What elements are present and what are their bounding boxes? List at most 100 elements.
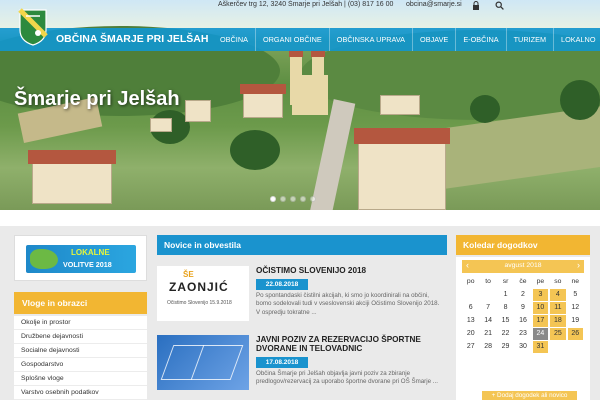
calendar-day[interactable]: 10 — [532, 302, 549, 314]
calendar-day[interactable]: 1 — [498, 289, 513, 301]
news-title-line: JAVNI POZIV ZA REZERVACIJO ŠPORTNE — [256, 335, 421, 344]
calendar-day[interactable]: 21 — [480, 328, 495, 340]
news-title-line: DVORANE IN TELOVADNIC — [256, 344, 363, 353]
news-title[interactable]: JAVNI POZIV ZA REZERVACIJO ŠPORTNE DVORA… — [256, 335, 421, 353]
calendar-day[interactable]: 20 — [463, 328, 478, 340]
calendar-dow: to — [485, 278, 491, 285]
calendar-day — [568, 341, 583, 353]
calendar-day[interactable]: 26 — [567, 328, 583, 340]
calendar-day — [463, 289, 478, 301]
slider-dot[interactable] — [290, 196, 296, 202]
calendar-widget: ‹ avgust 2018 › po to sr če pe so ne 1 2 3 4 5 6 7 8 9 1… — [456, 257, 590, 400]
calendar-dow: po — [466, 278, 475, 285]
calendar-day[interactable]: 4 — [550, 289, 566, 301]
calendar-day[interactable]: 11 — [550, 302, 566, 314]
email-link[interactable]: obcina@smarje.si — [406, 1, 462, 8]
nav-item-turizem[interactable]: TURIZEM — [507, 28, 555, 51]
vloge-item-druzbene[interactable]: Družbene dejavnosti — [14, 330, 147, 344]
calendar-dow: sr — [502, 278, 509, 285]
add-event-button[interactable]: + Dodaj dogodek ali novico — [482, 391, 577, 400]
elections-banner[interactable]: LOKALNE VOLITVE 2018 — [14, 235, 147, 281]
calendar-day[interactable]: 9 — [515, 302, 530, 314]
calendar-day[interactable]: 22 — [498, 328, 513, 340]
elections-banner-graphic: LOKALNE VOLITVE 2018 — [26, 245, 136, 273]
calendar-month-bar: ‹ avgust 2018 › — [462, 260, 584, 273]
vloge-header: Vloge in obrazci — [14, 292, 147, 314]
calendar-day[interactable]: 12 — [568, 302, 583, 314]
calendar-day[interactable]: 27 — [463, 341, 478, 353]
banner-line2: VOLITVE 2018 — [63, 260, 112, 269]
calendar-day[interactable]: 8 — [498, 302, 513, 314]
news-header: Novice in obvestila — [157, 235, 447, 255]
news-item: ŠE ZAONJIĆ Očistimo Slovenijo 15.9.2018 … — [157, 266, 447, 326]
thumb-text-mid: ZAONJIĆ — [169, 280, 229, 294]
slovenia-map-icon — [30, 249, 58, 269]
calendar-next-icon[interactable]: › — [577, 260, 580, 270]
calendar-day[interactable]: 16 — [515, 315, 530, 327]
calendar-day[interactable]: 19 — [568, 315, 583, 327]
vloge-item-okolje[interactable]: Okolje in prostor — [14, 316, 147, 330]
news-thumbnail[interactable]: ŠE ZAONJIĆ Očistimo Slovenijo 15.9.2018 — [157, 266, 249, 321]
calendar-day[interactable]: 13 — [463, 315, 478, 327]
calendar-dow: če — [519, 278, 527, 285]
calendar-day — [550, 341, 565, 353]
topbar: Aškerčev trg 12, 3240 Šmarje pri Jelšah … — [0, 0, 600, 12]
slider-dots — [270, 196, 316, 202]
site-title[interactable]: OBČINA ŠMARJE PRI JELŠAH — [56, 33, 208, 45]
vloge-item-socialne[interactable]: Socialne dejavnosti — [14, 344, 147, 358]
calendar-day[interactable]: 30 — [515, 341, 530, 353]
calendar-day[interactable]: 18 — [550, 315, 566, 327]
calendar-day[interactable]: 17 — [532, 315, 549, 327]
calendar-month: avgust 2018 — [504, 262, 542, 269]
news-title[interactable]: OČISTIMO SLOVENIJO 2018 — [256, 266, 366, 275]
calendar-grid: po to sr če pe so ne 1 2 3 4 5 6 7 8 9 10 11 12 13 14 15 16 17 1… — [462, 276, 584, 353]
nav-item-organi-obcine[interactable]: ORGANI OBČINE — [256, 28, 330, 51]
calendar-dow: so — [554, 278, 562, 285]
coat-of-arms-logo[interactable] — [18, 8, 48, 46]
calendar-day[interactable]: 24 — [532, 328, 549, 340]
calendar-day[interactable]: 23 — [515, 328, 530, 340]
vloge-item-splosne[interactable]: Splošne vloge — [14, 372, 147, 386]
calendar-day[interactable]: 14 — [480, 315, 495, 327]
calendar-day[interactable]: 3 — [532, 289, 549, 301]
slider-dot[interactable] — [270, 196, 276, 202]
nav-item-obcina[interactable]: OBČINA — [213, 28, 256, 51]
news-item: JAVNI POZIV ZA REZERVACIJO ŠPORTNE DVORA… — [157, 335, 447, 395]
calendar-dow: ne — [571, 278, 580, 285]
news-excerpt: Po spontandaski čistilni akcijah, ki smo… — [256, 292, 440, 316]
news-thumbnail[interactable] — [157, 335, 249, 390]
banner-line1: LOKALNE — [71, 248, 110, 257]
nav-item-e-obcina[interactable]: E-OBČINA — [456, 28, 507, 51]
vloge-item-gospodarstvo[interactable]: Gospodarstvo — [14, 358, 147, 372]
thumb-text-bottom: Očistimo Slovenijo 15.9.2018 — [167, 300, 232, 306]
news-excerpt: Občina Šmarje pri Jelšah objavlja javni … — [256, 370, 438, 386]
slider-dot[interactable] — [300, 196, 306, 202]
calendar-day[interactable]: 31 — [532, 341, 549, 353]
calendar-section: Koledar dogodkov ‹ avgust 2018 › po to sr č… — [456, 235, 590, 400]
news-section: Novice in obvestila ŠE ZAONJIĆ Očistimo … — [157, 235, 447, 400]
slider-dot[interactable] — [280, 196, 286, 202]
calendar-day[interactable]: 28 — [480, 341, 495, 353]
lock-icon[interactable] — [472, 1, 480, 10]
main-nav: OBČINA ORGANI OBČINE OBČINSKA UPRAVA OBJ… — [213, 28, 600, 51]
nav-item-objave[interactable]: OBJAVE — [413, 28, 457, 51]
slider-dot[interactable] — [310, 196, 316, 202]
calendar-day[interactable]: 15 — [498, 315, 513, 327]
left-sidebar: LOKALNE VOLITVE 2018 Vloge in obrazci Ok… — [14, 235, 147, 400]
thumb-text-top: ŠE — [183, 270, 194, 279]
calendar-day[interactable]: 25 — [550, 328, 566, 340]
calendar-dow: pe — [536, 278, 545, 285]
news-date: 17.08.2018 — [256, 357, 308, 368]
nav-item-obcinska-uprava[interactable]: OBČINSKA UPRAVA — [330, 28, 414, 51]
calendar-day[interactable]: 6 — [463, 302, 478, 314]
calendar-day[interactable]: 29 — [498, 341, 513, 353]
vloge-item-varstvo[interactable]: Varstvo osebnih podatkov — [14, 386, 147, 400]
search-icon[interactable] — [495, 1, 504, 10]
nav-item-lokalno[interactable]: LOKALNO — [554, 28, 600, 51]
calendar-day[interactable]: 5 — [568, 289, 583, 301]
calendar-header: Koledar dogodkov — [456, 235, 590, 255]
news-date: 22.08.2018 — [256, 279, 308, 290]
calendar-day[interactable]: 2 — [515, 289, 530, 301]
contact-info: Aškerčev trg 12, 3240 Šmarje pri Jelšah … — [218, 1, 394, 8]
calendar-day[interactable]: 7 — [480, 302, 495, 314]
